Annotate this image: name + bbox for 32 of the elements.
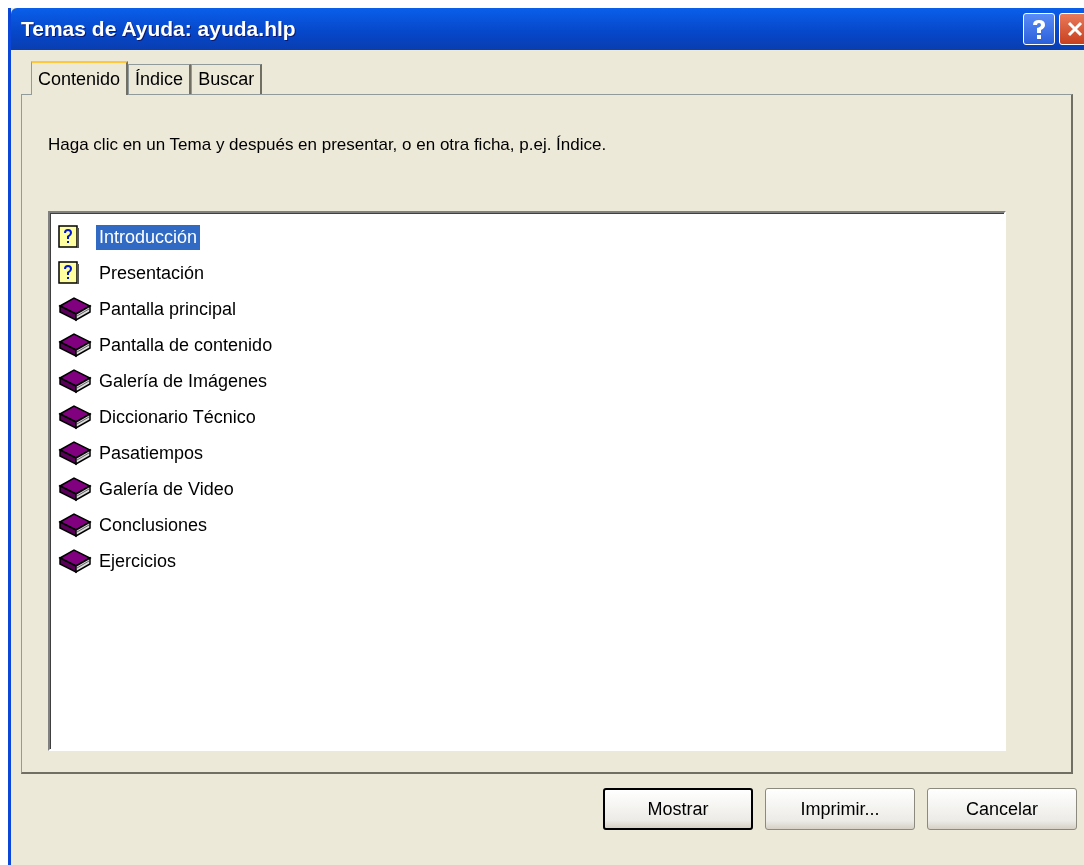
help-page-icon	[58, 225, 80, 249]
dialog-button[interactable]: Cancelar	[927, 788, 1077, 830]
instruction-text: Haga clic en un Tema y después en presentar, o en otra ficha, p.ej. Índice.	[48, 135, 608, 155]
tab[interactable]: Buscar	[191, 64, 263, 94]
topic-item[interactable]: Conclusiones	[96, 512, 211, 538]
book-icon	[58, 476, 92, 502]
tab[interactable]: Contenido	[31, 61, 129, 95]
close-button[interactable]	[1059, 13, 1084, 45]
book-icon	[58, 332, 92, 358]
dialog-button[interactable]: Imprimir...	[765, 788, 915, 830]
book-icon	[58, 368, 92, 394]
book-icon	[58, 440, 92, 466]
help-page-icon	[58, 261, 80, 285]
topic-item[interactable]: Ejercicios	[96, 548, 180, 574]
dialog-button[interactable]: Mostrar	[603, 788, 753, 830]
topic-item[interactable]: Pantalla de contenido	[96, 332, 276, 358]
close-icon	[1066, 20, 1084, 38]
window-title: Temas de Ayuda: ayuda.hlp	[21, 17, 297, 41]
book-icon	[58, 404, 92, 430]
topic-item[interactable]: Pasatiempos	[96, 440, 207, 466]
topic-item[interactable]: Galería de Imágenes	[96, 368, 271, 394]
help-button[interactable]	[1023, 13, 1055, 45]
topic-item[interactable]: Galería de Video	[96, 476, 237, 502]
topic-item[interactable]: Diccionario Técnico	[96, 404, 259, 430]
topic-item[interactable]: Introducción	[96, 224, 201, 250]
book-icon	[58, 512, 92, 538]
book-icon	[58, 548, 92, 574]
book-icon	[58, 296, 92, 322]
topic-item[interactable]: Pantalla principal	[96, 296, 240, 322]
tab[interactable]: Índice	[128, 64, 192, 94]
topic-item[interactable]: Presentación	[96, 260, 208, 286]
help-icon	[1030, 18, 1048, 40]
